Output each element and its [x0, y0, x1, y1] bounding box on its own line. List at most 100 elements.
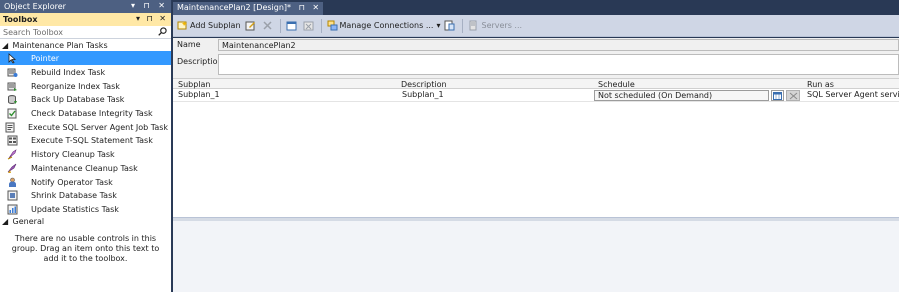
toolbox-item-shrink-database[interactable]: Shrink Database Task	[0, 188, 171, 202]
update-statistics-icon	[5, 204, 19, 215]
schedule-cell[interactable]: Not scheduled (On Demand)	[594, 90, 769, 101]
toolbox-item-label: Execute T-SQL Statement Task	[31, 136, 153, 146]
toolbox-item-label: Shrink Database Task	[31, 191, 117, 201]
toolbox-item-label: Notify Operator Task	[31, 177, 113, 187]
report-icon	[444, 20, 455, 31]
object-explorer-tab[interactable]: Object Explorer ▾ ⊓ ✕	[0, 0, 171, 13]
add-subplan-icon	[177, 21, 187, 30]
toolbox-header: Toolbox ▾ ⊓ ✕	[0, 13, 171, 26]
design-surface[interactable]	[173, 221, 899, 292]
add-subplan-button[interactable]: Add Subplan	[175, 18, 243, 34]
remove-schedule-icon	[303, 21, 314, 31]
pointer-icon	[5, 53, 19, 64]
description-label: Description	[177, 57, 223, 66]
toolbox-group-maintenance-tasks[interactable]: ◢ Maintenance Plan Tasks	[0, 39, 171, 51]
toolbox-group-label: General	[12, 217, 45, 227]
toolbox-item-reorganize-index[interactable]: Reorganize Index Task	[0, 78, 171, 92]
toolbox-item-label: Rebuild Index Task	[31, 68, 106, 78]
collapse-triangle-icon: ◢	[2, 217, 9, 227]
toolbox-item-check-integrity[interactable]: Check Database Integrity Task	[0, 106, 171, 120]
maintenance-cleanup-icon	[5, 163, 19, 174]
object-explorer-title: Object Explorer	[4, 2, 66, 11]
server-icon	[469, 20, 477, 31]
run-as-cell[interactable]: SQL Server Agent service account	[804, 89, 899, 100]
toolbox-item-backup-database[interactable]: Back Up Database Task	[0, 92, 171, 106]
toolbox-item-history-cleanup[interactable]: History Cleanup Task	[0, 147, 171, 161]
plan-name-field[interactable]: MaintenancePlan2	[218, 39, 899, 51]
toolbox-item-label: History Cleanup Task	[31, 150, 115, 160]
toolbox-item-label: Check Database Integrity Task	[31, 109, 153, 119]
history-cleanup-icon	[5, 149, 19, 160]
toolbox-group-general[interactable]: ◢ General	[0, 215, 171, 228]
toolbox-item-pointer[interactable]: Pointer	[0, 51, 171, 65]
notify-operator-icon	[5, 177, 19, 188]
table-row[interactable]: Subplan_1 Subplan_1 Not scheduled (On De…	[173, 89, 899, 102]
toolbox-item-tsql-statement[interactable]: Execute T-SQL Statement Task	[0, 133, 171, 147]
tab-maintenance-plan-design[interactable]: MaintenancePlan2 [Design]* ⊓ ✕	[173, 2, 324, 15]
close-icon[interactable]: ✕	[312, 3, 319, 12]
toolbox-title: Toolbox	[3, 15, 38, 24]
toolbox-search-placeholder: Search Toolbox	[3, 28, 64, 37]
subplan-description-cell[interactable]: Subplan_1	[399, 89, 447, 100]
manage-connections-label: Manage Connections ...	[339, 21, 434, 30]
object-explorer-window-controls[interactable]: ▾ ⊓ ✕	[131, 1, 168, 10]
plan-description-field[interactable]	[218, 54, 899, 75]
check-integrity-icon	[5, 108, 19, 119]
plan-properties-panel: Name MaintenancePlan2 Description	[173, 38, 899, 78]
subplan-schedule-button[interactable]	[284, 18, 301, 34]
tsql-statement-icon	[5, 135, 19, 146]
toolbox-item-label: Execute SQL Server Agent Job Task	[28, 122, 169, 132]
delete-subplan-button[interactable]	[260, 18, 277, 34]
toolbox-group-label: Maintenance Plan Tasks	[12, 41, 108, 50]
toolbox-item-update-statistics[interactable]: Update Statistics Task	[0, 202, 171, 216]
collapse-triangle-icon: ◢	[2, 41, 9, 50]
reporting-logging-button[interactable]	[442, 18, 459, 34]
subplan-grid-header: Subplan Description Schedule Run as	[173, 78, 899, 89]
remove-schedule-button[interactable]	[301, 18, 318, 34]
name-label: Name	[177, 40, 201, 49]
remove-schedule-icon	[789, 92, 797, 99]
chevron-down-icon[interactable]: ▾	[436, 21, 440, 30]
toolbox-item-label: Update Statistics Task	[31, 204, 119, 214]
general-group-empty-message[interactable]: There are no usable controls in this gro…	[0, 227, 171, 264]
connections-icon	[327, 20, 338, 31]
maintenance-plan-designer: Name MaintenancePlan2 Description Subpla…	[173, 38, 899, 292]
subplan-name-cell[interactable]: Subplan_1	[175, 89, 223, 100]
manage-connections-button[interactable]: Manage Connections ... ▾	[325, 18, 443, 34]
agent-job-icon	[5, 122, 16, 133]
calendar-icon	[286, 21, 297, 31]
pin-icon[interactable]: ⊓	[299, 3, 305, 12]
backup-database-icon	[5, 94, 19, 105]
toolbox-item-label: Pointer	[31, 54, 60, 64]
delete-icon	[263, 21, 272, 30]
left-pane: Object Explorer ▾ ⊓ ✕ Toolbox ▾ ⊓ ✕ Sear…	[0, 0, 172, 292]
servers-label: Servers ...	[481, 21, 523, 30]
rebuild-index-icon	[5, 67, 19, 78]
document-tabstrip: MaintenancePlan2 [Design]* ⊓ ✕	[173, 0, 899, 15]
toolbox-item-notify-operator[interactable]: Notify Operator Task	[0, 174, 171, 188]
toolbox-item-label: Back Up Database Task	[31, 95, 125, 105]
toolbox-item-label: Maintenance Cleanup Task	[31, 163, 138, 173]
remove-schedule-row-button[interactable]	[786, 90, 800, 101]
subplan-grid: Subplan Description Schedule Run as Subp…	[173, 78, 899, 102]
toolbar-separator	[320, 18, 322, 33]
toolbox-item-maintenance-cleanup[interactable]: Maintenance Cleanup Task	[0, 161, 171, 175]
search-icon[interactable]	[158, 27, 167, 38]
servers-button[interactable]: Servers ...	[466, 18, 524, 34]
toolbox-search-input[interactable]: Search Toolbox	[0, 26, 171, 39]
toolbar-separator	[462, 18, 464, 33]
toolbox-item-agent-job[interactable]: Execute SQL Server Agent Job Task	[0, 119, 171, 133]
edit-properties-icon	[245, 21, 255, 31]
toolbar-separator	[279, 18, 281, 33]
shrink-database-icon	[5, 190, 19, 201]
designer-toolbar: Add Subplan Manage Connections ... ▾ Ser…	[173, 15, 899, 37]
add-subplan-label: Add Subplan	[190, 21, 241, 30]
subplan-properties-button[interactable]	[243, 18, 260, 34]
tab-label: MaintenancePlan2 [Design]*	[177, 3, 292, 12]
document-area: MaintenancePlan2 [Design]* ⊓ ✕ Add Subpl…	[173, 0, 899, 292]
toolbox-window-controls[interactable]: ▾ ⊓ ✕	[136, 14, 168, 23]
calendar-icon	[773, 91, 782, 100]
schedule-calendar-button[interactable]	[771, 90, 784, 101]
toolbox-item-rebuild-index[interactable]: Rebuild Index Task	[0, 65, 171, 79]
reorganize-index-icon	[5, 81, 19, 92]
